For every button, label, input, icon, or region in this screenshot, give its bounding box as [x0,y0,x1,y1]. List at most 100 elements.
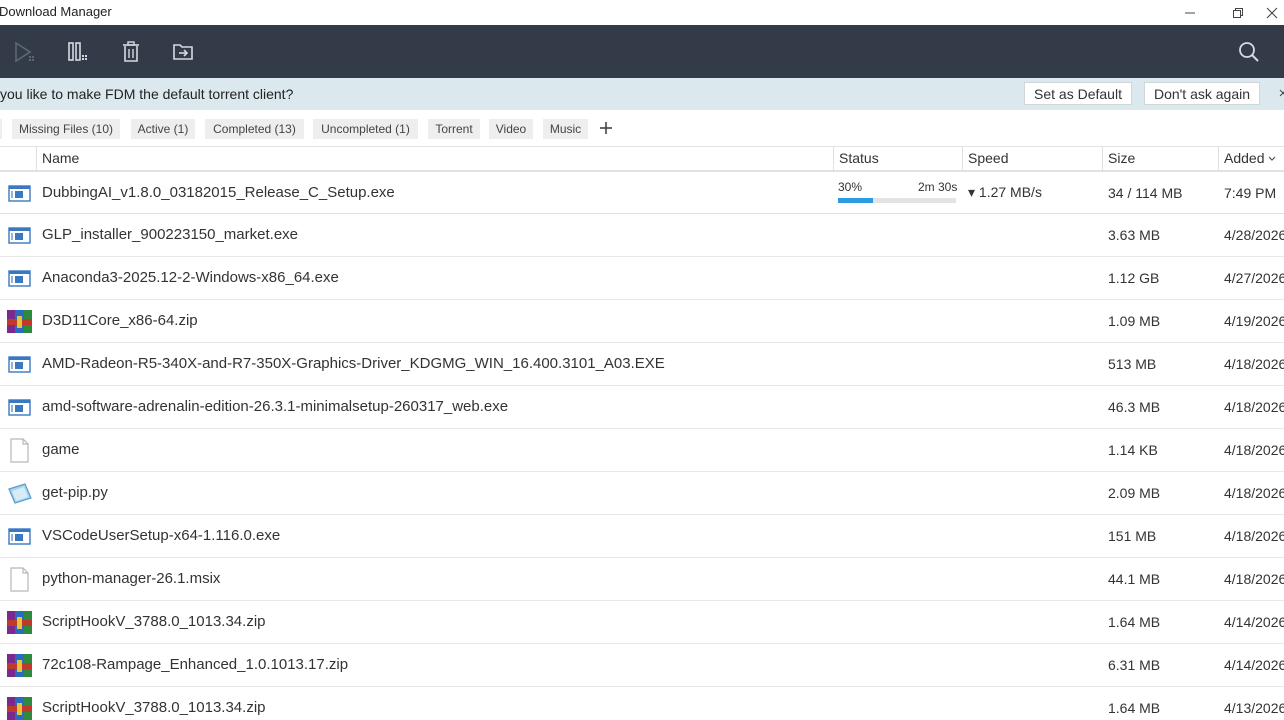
file-size: 46.3 MB [1108,399,1161,415]
date-added: 4/28/2026 [1224,227,1284,243]
sort-descending-icon [1269,156,1276,162]
download-row[interactable]: VSCodeUserSetup-x64-1.116.0.exe 151 MB 4… [0,515,1284,558]
move-to-folder-button[interactable] [168,38,198,66]
search-icon [1239,42,1259,62]
exe-file-icon [8,270,31,287]
start-icon [15,41,34,63]
minimize-icon [1185,12,1195,13]
date-added: 4/19/2026 [1224,313,1284,329]
zip-archive-icon [7,697,32,720]
filter-torrent[interactable]: Torrent [428,119,480,139]
delete-button[interactable] [116,38,146,66]
date-added: 4/18/2026 [1224,442,1284,458]
column-status[interactable]: Status [833,147,962,170]
folder-move-icon [173,44,193,60]
pause-button[interactable] [63,38,93,66]
download-row[interactable]: 72c108-Rampage_Enhanced_1.0.1013.17.zip … [0,644,1284,687]
trash-icon [123,41,139,62]
column-speed[interactable]: Speed [962,147,1102,170]
date-added: 4/18/2026 [1224,528,1284,544]
file-size: 2.09 MB [1108,485,1161,501]
date-added: 4/14/2026 [1224,614,1284,630]
date-added: 4/18/2026 [1224,571,1284,587]
date-added: 4/18/2026 [1224,485,1284,501]
file-name: ScriptHookV_3788.0_1013.34.zip [42,699,266,716]
python-file-icon [8,483,32,504]
file-name: Anaconda3-2025.12-2-Windows-x86_64.exe [42,269,339,286]
file-size: 44.1 MB [1108,571,1161,587]
blank-file-icon [10,567,29,592]
filter-video[interactable]: Video [489,119,533,139]
zip-archive-icon [7,654,32,677]
file-name: python-manager-26.1.msix [42,570,221,587]
download-list: DubbingAI_v1.8.0_03182015_Release_C_Setu… [0,171,1284,720]
zip-archive-icon [7,611,32,634]
filter-uncompleted[interactable]: Uncompleted (1) [313,119,418,139]
close-icon [1279,89,1284,97]
download-row[interactable]: ScriptHookV_3788.0_1013.34.zip 1.64 MB 4… [0,687,1284,720]
add-filter-button[interactable] [596,118,616,138]
download-row[interactable]: get-pip.py 2.09 MB 4/18/2026 [0,472,1284,515]
date-added: 4/14/2026 [1224,657,1284,673]
exe-file-icon [8,356,31,373]
column-added-cell[interactable]: Added [1218,147,1284,170]
column-added: Added [1224,150,1265,166]
download-row[interactable]: GLP_installer_900223150_market.exe 3.63 … [0,214,1284,257]
filter-music[interactable]: Music [543,119,588,139]
download-row[interactable]: Anaconda3-2025.12-2-Windows-x86_64.exe 1… [0,257,1284,300]
file-name: DubbingAI_v1.8.0_03182015_Release_C_Setu… [42,184,395,201]
close-icon [1266,7,1278,18]
progress-percent: 30% [838,180,863,194]
download-speed: ▾ 1.27 MB/s [968,184,1042,200]
restore-icon [1233,7,1243,18]
filter-completed[interactable]: Completed (13) [205,119,304,139]
set-as-default-button[interactable]: Set as Default [1024,82,1132,105]
download-row[interactable]: DubbingAI_v1.8.0_03182015_Release_C_Setu… [0,171,1284,214]
filter-active[interactable]: Active (1) [131,119,195,139]
exe-file-icon [8,399,31,416]
blank-file-icon [10,438,29,463]
dont-ask-again-button[interactable]: Don't ask again [1144,82,1260,105]
close-button[interactable] [1266,0,1284,25]
exe-file-icon [8,185,31,202]
download-row[interactable]: game 1.14 KB 4/18/2026 [0,429,1284,472]
download-row[interactable]: amd-software-adrenalin-edition-26.3.1-mi… [0,386,1284,429]
file-name: get-pip.py [42,484,108,501]
download-row[interactable]: ScriptHookV_3788.0_1013.34.zip 1.64 MB 4… [0,601,1284,644]
banner-message: you like to make FDM the default torrent… [0,86,294,102]
column-header-row: Name Status Speed Size Added [0,146,1284,171]
default-client-banner: you like to make FDM the default torrent… [0,78,1284,110]
filter-missing-files[interactable]: Missing Files (10) [12,119,120,139]
file-size: 1.64 MB [1108,614,1161,630]
date-added: 4/18/2026 [1224,399,1284,415]
file-size: 6.31 MB [1108,657,1161,673]
main-toolbar [0,25,1284,78]
file-name: VSCodeUserSetup-x64-1.116.0.exe [42,527,281,544]
file-name: D3D11Core_x86-64.zip [42,312,198,329]
zip-archive-icon [7,310,32,333]
banner-close-button[interactable] [1278,82,1284,105]
column-size[interactable]: Size [1102,147,1218,170]
column-name[interactable]: Name [36,147,833,170]
filter-bar: Missing Files (10) Active (1) Completed … [0,110,1284,146]
start-button[interactable] [10,38,40,66]
plus-icon [600,122,612,134]
file-name: amd-software-adrenalin-edition-26.3.1-mi… [42,398,509,415]
file-size: 513 MB [1108,356,1157,372]
file-name: AMD-Radeon-R5-340X-and-R7-350X-Graphics-… [42,355,665,372]
exe-file-icon [8,528,31,545]
filter-chip-all[interactable] [0,119,2,139]
search-button[interactable] [1234,38,1264,66]
minimize-button[interactable] [1170,0,1210,25]
restore-button[interactable] [1218,0,1258,25]
file-name: game [42,441,80,458]
time-remaining: 2m 30s [918,180,958,194]
date-added: 4/13/2026 [1224,700,1284,716]
title-bar: Download Manager [0,0,1284,25]
date-added: 4/27/2026 [1224,270,1284,286]
download-row[interactable]: D3D11Core_x86-64.zip 1.09 MB 4/19/2026 [0,300,1284,343]
download-row[interactable]: AMD-Radeon-R5-340X-and-R7-350X-Graphics-… [0,343,1284,386]
date-added: 4/18/2026 [1224,356,1284,372]
download-row[interactable]: python-manager-26.1.msix 44.1 MB 4/18/20… [0,558,1284,601]
progress-bar-fill [838,198,874,203]
